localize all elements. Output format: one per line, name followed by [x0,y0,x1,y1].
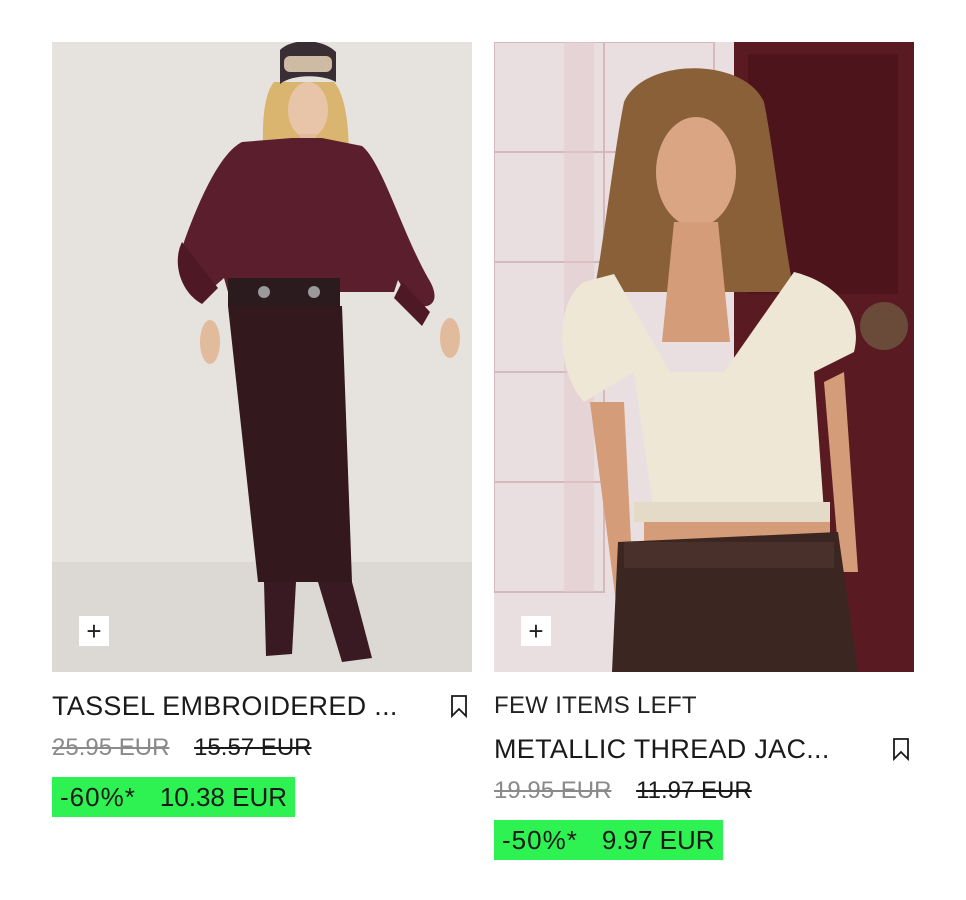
discount-percent: -50%* [502,824,578,855]
previous-price: 15.57 EUR [194,734,312,761]
original-price: 19.95 EUR [494,777,612,804]
product-photo-ruffle-top [494,42,914,672]
product-image[interactable]: + [494,42,914,672]
product-title[interactable]: METALLIC THREAD JAC... [494,734,830,765]
bookmark-icon[interactable] [448,693,470,719]
add-to-cart-button[interactable]: + [521,616,551,646]
original-price: 25.95 EUR [52,734,170,761]
price-history: 25.95 EUR 15.57 EUR [52,733,472,763]
product-card[interactable]: + FEW ITEMS LEFT METALLIC THREAD JAC... … [494,42,914,860]
price-history: 19.95 EUR 11.97 EUR [494,776,914,806]
low-stock-label: FEW ITEMS LEFT [494,692,697,719]
bookmark-icon[interactable] [890,736,912,762]
product-title[interactable]: TASSEL EMBROIDERED ... [52,691,398,722]
final-price: 10.38 EUR [159,781,288,812]
final-price: 9.97 EUR [601,824,715,855]
sale-price-badge: -60%* 10.38 EUR [52,777,296,817]
plus-icon: + [528,616,544,646]
sale-price-badge: -50%* 9.97 EUR [494,820,723,860]
product-image[interactable]: + [52,42,472,672]
product-photo-tassel-blouse [52,42,472,672]
plus-icon: + [86,616,102,646]
previous-price: 11.97 EUR [636,777,752,804]
discount-percent: -60%* [60,781,136,812]
add-to-cart-button[interactable]: + [79,616,109,646]
product-card[interactable]: + TASSEL EMBROIDERED ... 25.95 EUR 15.57… [52,42,472,817]
